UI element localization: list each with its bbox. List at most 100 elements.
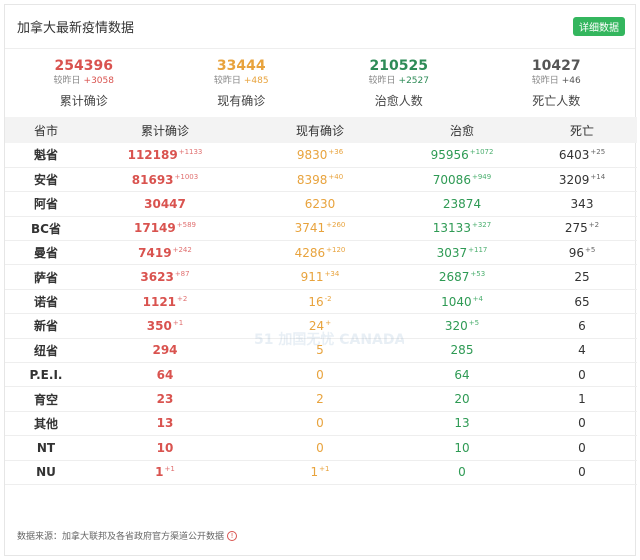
cell-confirmed: 1121+2 (87, 289, 243, 313)
cell-deaths-value: 0 (578, 367, 586, 382)
summary-delta: +2527 (398, 76, 429, 86)
cell-cured-value: 1040 (441, 294, 472, 309)
cell-confirmed: 13 (87, 411, 243, 435)
table-row[interactable]: NU 1+1 1+1 0 0 (5, 460, 637, 485)
cell-deaths-value: 275 (564, 221, 588, 236)
info-icon[interactable]: ! (227, 530, 238, 541)
cell-cured: 13133+327 (397, 216, 527, 240)
summary-value: 254396 (54, 58, 113, 74)
cell-province: P.E.I. (29, 367, 63, 382)
table-row[interactable]: 新省 350+1 24+ 320+5 6 (5, 314, 637, 339)
cell-active-value: 0 (316, 440, 324, 455)
cell-cured-value: 20 (454, 392, 470, 407)
cell-cured: 70086+949 (397, 167, 527, 191)
cell-active-value: 9830 (296, 147, 328, 162)
cell-active-increment: +40 (328, 172, 344, 181)
cell-deaths-value: 343 (570, 196, 594, 211)
table-row[interactable]: 纽省 294 5 285 4 (5, 338, 637, 363)
cell-active-value: 24 (308, 318, 325, 333)
summary-label: 现有确诊 (217, 94, 266, 108)
cell-deaths-value: 25 (574, 270, 590, 285)
cell-cured-increment: +53 (470, 270, 486, 279)
cell-cured: 0 (397, 460, 527, 484)
cell-confirmed-value: 23 (156, 392, 174, 407)
cell-cured: 3037+117 (397, 241, 527, 265)
cell-province: 育空 (33, 392, 58, 407)
cell-cured: 23874 (397, 192, 527, 216)
cell-confirmed: 81693+1003 (87, 167, 243, 191)
header-province: 省市 (33, 123, 58, 138)
table-row[interactable]: 诺省 1121+2 16-2 1040+4 65 (5, 289, 637, 314)
summary-label: 治愈人数 (374, 94, 423, 108)
province-table: 省市 累计确诊 现有确诊 治愈 死亡 魁省 112189+1133 9830+36 9… (5, 117, 637, 485)
table-row[interactable]: 魁省 112189+1133 9830+36 95956+1072 6403+25 (5, 143, 637, 168)
cell-active: 5 (243, 338, 397, 362)
cell-active-value: 0 (316, 416, 324, 431)
cell-cured-value: 13133 (432, 221, 471, 236)
cell-cured: 10 (397, 436, 527, 460)
cell-cured-value: 23874 (442, 196, 482, 211)
cell-confirmed-value: 7419 (138, 245, 172, 260)
cell-deaths-value: 96 (568, 245, 584, 260)
header-deaths: 死亡 (569, 123, 594, 138)
cell-active: 8398+40 (243, 167, 397, 191)
cell-deaths: 275+2 (527, 216, 637, 240)
summary-stats: 254396 较昨日 +3058 累计确诊 33444 较昨日 +485 现有确诊 210525… (5, 49, 635, 117)
detail-data-button[interactable]: 详细数据 (573, 17, 625, 36)
table-row[interactable]: 其他 13 0 13 0 (5, 411, 637, 436)
cell-active-value: 8398 (296, 172, 328, 187)
epidemic-card: 加拿大最新疫情数据 详细数据 254396 较昨日 +3058 累计确诊 33444 较昨… (4, 4, 637, 556)
cell-province: 魁省 (33, 148, 58, 163)
cell-province: NU (36, 465, 56, 480)
cell-cured-value: 285 (450, 343, 474, 358)
table-row[interactable]: BC省 17149+589 3741+260 13133+327 275+2 (5, 216, 637, 241)
table-row[interactable]: NT 10 0 10 0 (5, 436, 637, 461)
summary-delta-row: 较昨日 +46 (478, 75, 636, 88)
cell-province: BC省 (31, 221, 61, 236)
header-active: 现有确诊 (295, 123, 344, 138)
cell-province: 阿省 (33, 197, 58, 212)
cell-deaths-value: 0 (578, 416, 586, 431)
cell-cured-increment: +5 (468, 318, 480, 327)
cell-cured: 1040+4 (397, 289, 527, 313)
table-row[interactable]: P.E.I. 64 0 64 0 (5, 363, 637, 387)
table-row[interactable]: 阿省 30447 6230 23874 343 (5, 192, 637, 217)
cell-confirmed-value: 112189 (127, 147, 178, 162)
cell-confirmed-increment: +242 (172, 245, 192, 254)
cell-confirmed-increment: +1 (172, 318, 184, 327)
table-row[interactable]: 萨省 3623+87 911+34 2687+53 25 (5, 265, 637, 290)
cell-confirmed: 30447 (87, 192, 243, 216)
table-row[interactable]: 曼省 7419+242 4286+120 3037+117 96+5 (5, 241, 637, 265)
cell-cured-value: 70086 (432, 172, 471, 187)
data-source-text: 数据来源：加拿大联邦及各省政府官方渠道公开数据 (17, 532, 225, 542)
header-cured: 治愈 (449, 123, 474, 138)
page-title: 加拿大最新疫情数据 (17, 21, 135, 36)
cell-cured-increment: +4 (472, 294, 483, 303)
cell-confirmed: 1+1 (87, 460, 243, 484)
table-row[interactable]: 安省 81693+1003 8398+40 70086+949 3209+14 (5, 167, 637, 192)
cell-active: 3741+260 (243, 216, 397, 240)
cell-deaths-value: 3209 (558, 172, 590, 187)
cell-active-value: 6230 (304, 196, 336, 211)
cell-deaths: 1 (527, 387, 637, 411)
cell-deaths: 25 (527, 265, 637, 289)
cell-deaths-increment: +5 (584, 245, 596, 254)
cell-deaths: 3209+14 (527, 167, 637, 191)
cell-active-increment: +260 (326, 221, 346, 230)
cell-province: 新省 (33, 319, 58, 334)
cell-cured-value: 320 (444, 318, 468, 333)
table-row[interactable]: 育空 23 2 20 1 (5, 387, 637, 412)
cell-cured: 20 (397, 387, 527, 411)
cell-deaths-value: 6403 (558, 147, 590, 162)
cell-deaths: 343 (527, 192, 637, 216)
summary-delta: +485 (243, 76, 269, 86)
cell-cured: 2687+53 (397, 265, 527, 289)
cell-cured-increment: +949 (471, 172, 492, 181)
cell-active-value: 2 (316, 392, 324, 407)
summary-delta-label: 较昨日 (53, 76, 81, 86)
cell-deaths-increment: +14 (590, 172, 606, 181)
cell-confirmed: 3623+87 (87, 265, 243, 289)
cell-active-increment: + (325, 318, 332, 327)
cell-confirmed-increment: +1133 (178, 147, 203, 156)
cell-deaths: 65 (527, 289, 637, 313)
